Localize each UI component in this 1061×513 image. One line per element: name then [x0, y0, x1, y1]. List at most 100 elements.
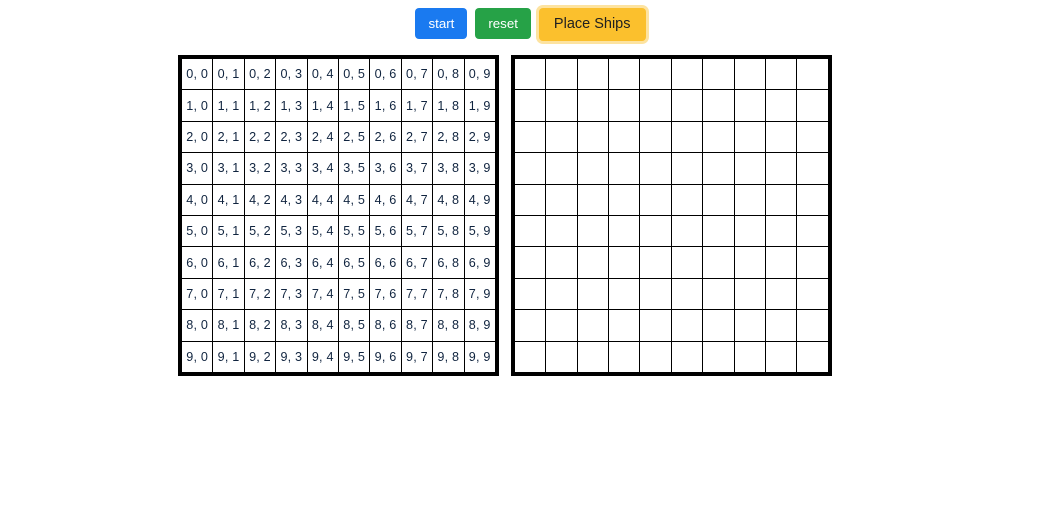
player-cell-7-7[interactable]: 7, 7	[400, 277, 434, 311]
opponent-cell-1-8[interactable]	[765, 89, 798, 122]
opponent-cell-1-7[interactable]	[733, 89, 767, 122]
opponent-cell-2-8[interactable]	[765, 120, 798, 154]
opponent-cell-8-1[interactable]	[545, 309, 578, 342]
opponent-cell-7-9[interactable]	[796, 277, 829, 311]
player-cell-9-0[interactable]: 9, 0	[180, 340, 214, 373]
player-cell-7-1[interactable]: 7, 1	[212, 277, 245, 311]
player-board[interactable]: 0, 0 0, 1 0, 2 0, 3 0, 4 0, 5 0, 6 0, 7 0, 8 0, 9…	[178, 55, 499, 376]
player-cell-6-6[interactable]: 6, 6	[369, 246, 402, 279]
player-cell-5-6[interactable]: 5, 6	[369, 214, 402, 248]
player-cell-6-2[interactable]: 6, 2	[243, 246, 277, 279]
player-cell-1-6[interactable]: 1, 6	[369, 89, 402, 122]
place-ships-button[interactable]: Place Ships	[538, 8, 646, 41]
player-cell-4-0[interactable]: 4, 0	[180, 183, 214, 216]
opponent-cell-5-2[interactable]	[576, 214, 610, 248]
opponent-cell-8-2[interactable]	[576, 309, 610, 342]
opponent-cell-5-8[interactable]	[765, 214, 798, 248]
opponent-cell-8-4[interactable]	[639, 309, 672, 342]
player-cell-7-0[interactable]: 7, 0	[180, 277, 214, 311]
opponent-cell-7-3[interactable]	[608, 277, 641, 311]
player-cell-0-3[interactable]: 0, 3	[275, 57, 308, 91]
player-cell-6-4[interactable]: 6, 4	[306, 246, 339, 279]
opponent-cell-3-0[interactable]	[513, 152, 547, 185]
opponent-cell-8-9[interactable]	[796, 309, 829, 342]
opponent-cell-5-7[interactable]	[733, 214, 767, 248]
opponent-cell-4-7[interactable]	[733, 183, 767, 216]
opponent-cell-0-4[interactable]	[639, 57, 672, 91]
opponent-cell-7-0[interactable]	[513, 277, 547, 311]
opponent-cell-8-6[interactable]	[702, 309, 735, 342]
player-cell-3-4[interactable]: 3, 4	[306, 152, 339, 185]
opponent-cell-2-1[interactable]	[545, 120, 578, 154]
player-cell-0-7[interactable]: 0, 7	[400, 57, 434, 91]
opponent-cell-4-5[interactable]	[670, 183, 704, 216]
player-cell-6-5[interactable]: 6, 5	[337, 246, 371, 279]
player-cell-4-2[interactable]: 4, 2	[243, 183, 277, 216]
opponent-cell-6-1[interactable]	[545, 246, 578, 279]
player-cell-5-1[interactable]: 5, 1	[212, 214, 245, 248]
player-cell-4-4[interactable]: 4, 4	[306, 183, 339, 216]
player-cell-0-2[interactable]: 0, 2	[243, 57, 277, 91]
opponent-cell-5-4[interactable]	[639, 214, 672, 248]
opponent-cell-5-9[interactable]	[796, 214, 829, 248]
player-cell-7-5[interactable]: 7, 5	[337, 277, 371, 311]
opponent-cell-9-1[interactable]	[545, 340, 578, 373]
opponent-cell-1-0[interactable]	[513, 89, 547, 122]
player-cell-4-1[interactable]: 4, 1	[212, 183, 245, 216]
opponent-cell-3-9[interactable]	[796, 152, 829, 185]
opponent-board[interactable]	[510, 55, 832, 376]
opponent-cell-7-1[interactable]	[545, 277, 578, 311]
opponent-cell-3-1[interactable]	[545, 152, 578, 185]
opponent-cell-0-0[interactable]	[513, 57, 547, 91]
player-cell-0-5[interactable]: 0, 5	[337, 57, 371, 91]
player-cell-9-1[interactable]: 9, 1	[212, 340, 245, 373]
player-cell-3-3[interactable]: 3, 3	[275, 152, 308, 185]
player-cell-5-9[interactable]: 5, 9	[463, 214, 496, 248]
player-cell-3-0[interactable]: 3, 0	[180, 152, 214, 185]
player-cell-6-0[interactable]: 6, 0	[180, 246, 214, 279]
opponent-cell-4-3[interactable]	[608, 183, 641, 216]
opponent-cell-0-7[interactable]	[733, 57, 767, 91]
player-cell-2-9[interactable]: 2, 9	[463, 120, 496, 154]
player-cell-5-5[interactable]: 5, 5	[337, 214, 371, 248]
opponent-cell-2-5[interactable]	[670, 120, 704, 154]
opponent-cell-5-1[interactable]	[545, 214, 578, 248]
player-cell-6-7[interactable]: 6, 7	[400, 246, 434, 279]
player-cell-7-4[interactable]: 7, 4	[306, 277, 339, 311]
opponent-cell-3-5[interactable]	[670, 152, 704, 185]
player-cell-0-8[interactable]: 0, 8	[432, 57, 465, 91]
player-cell-8-3[interactable]: 8, 3	[275, 309, 308, 342]
opponent-cell-0-3[interactable]	[608, 57, 641, 91]
player-cell-5-2[interactable]: 5, 2	[243, 214, 277, 248]
player-cell-2-2[interactable]: 2, 2	[243, 120, 277, 154]
opponent-cell-4-1[interactable]	[545, 183, 578, 216]
player-cell-1-8[interactable]: 1, 8	[432, 89, 465, 122]
opponent-cell-5-3[interactable]	[608, 214, 641, 248]
player-cell-3-7[interactable]: 3, 7	[400, 152, 434, 185]
player-cell-5-0[interactable]: 5, 0	[180, 214, 214, 248]
opponent-cell-0-1[interactable]	[545, 57, 578, 91]
opponent-cell-8-7[interactable]	[733, 309, 767, 342]
opponent-cell-2-3[interactable]	[608, 120, 641, 154]
player-cell-8-2[interactable]: 8, 2	[243, 309, 277, 342]
opponent-cell-1-5[interactable]	[670, 89, 704, 122]
opponent-cell-3-6[interactable]	[702, 152, 735, 185]
player-cell-1-0[interactable]: 1, 0	[180, 89, 214, 122]
opponent-cell-7-4[interactable]	[639, 277, 672, 311]
opponent-cell-3-8[interactable]	[765, 152, 798, 185]
opponent-cell-3-4[interactable]	[639, 152, 672, 185]
player-cell-9-5[interactable]: 9, 5	[337, 340, 371, 373]
player-cell-2-1[interactable]: 2, 1	[212, 120, 245, 154]
opponent-cell-5-0[interactable]	[513, 214, 547, 248]
player-cell-3-6[interactable]: 3, 6	[369, 152, 402, 185]
player-cell-6-3[interactable]: 6, 3	[275, 246, 308, 279]
player-cell-9-4[interactable]: 9, 4	[306, 340, 339, 373]
player-cell-5-3[interactable]: 5, 3	[275, 214, 308, 248]
player-cell-5-8[interactable]: 5, 8	[432, 214, 465, 248]
player-cell-8-9[interactable]: 8, 9	[463, 309, 496, 342]
player-cell-8-1[interactable]: 8, 1	[212, 309, 245, 342]
player-cell-8-7[interactable]: 8, 7	[400, 309, 434, 342]
opponent-cell-1-4[interactable]	[639, 89, 672, 122]
player-cell-1-4[interactable]: 1, 4	[306, 89, 339, 122]
player-cell-7-3[interactable]: 7, 3	[275, 277, 308, 311]
